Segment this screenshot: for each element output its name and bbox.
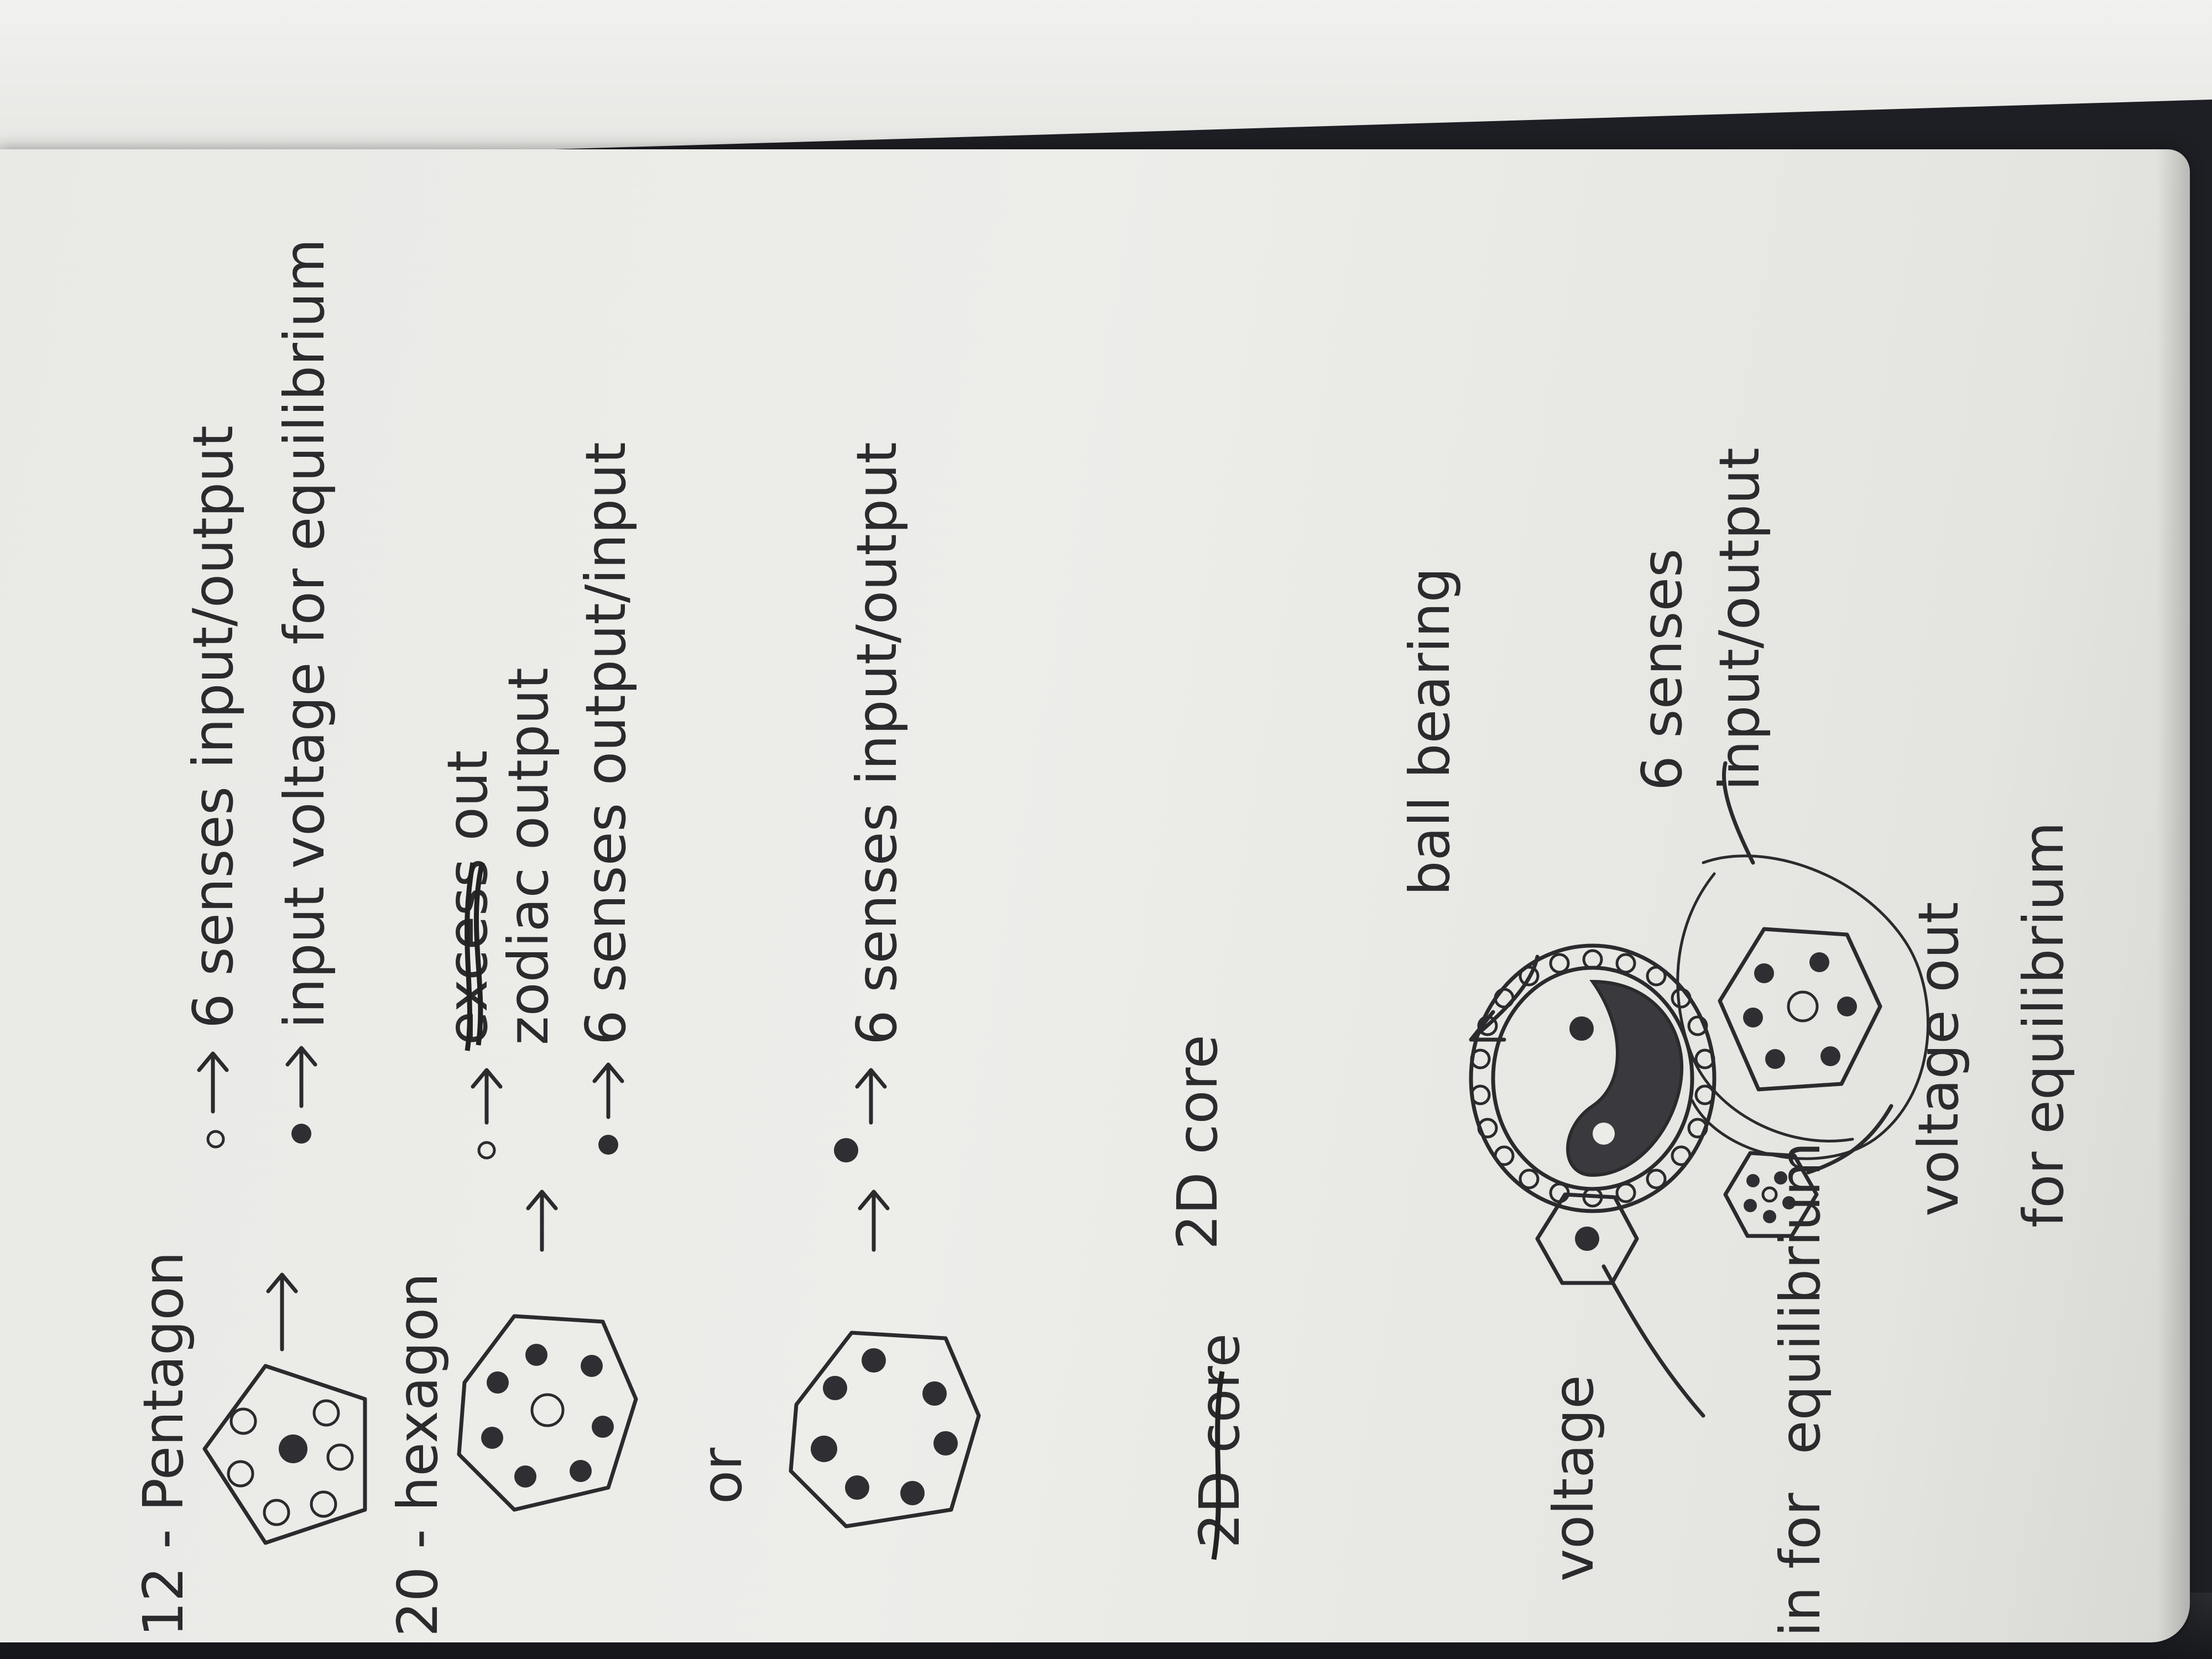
in-for-label: in for [1768,1493,1833,1637]
pentagon-arrows [197,1046,317,1352]
equilibrium-in-label: equilibrium [1768,1142,1833,1454]
hexagon-2-arrows [834,1068,890,1252]
voltage-out-label: voltage out [1906,902,1971,1217]
hexagon-line2: 6 senses output/input [573,442,638,1045]
ball-bearing-label: ball bearing [1397,567,1462,896]
hexagon-line1: zodiac output [496,667,561,1045]
alt-line: 6 senses input/output [844,442,909,1045]
pentagon-heading: 12 - Pentagon [131,1251,196,1637]
hexagon-arrows [471,1062,624,1252]
or-label: or [690,1447,754,1504]
handwritten-notes: 12 - Pentagon 6 senses input/output inpu… [131,238,2076,1637]
pentagon-line1: 6 senses input/output [181,425,246,1029]
voltage-in-hexagon [1535,1192,1639,1285]
hexagon-sketch-2 [789,1331,981,1528]
voltage-in-pointer [1601,1264,1705,1418]
senses-io: input/output [1707,447,1772,791]
pentagon-line2: input voltage for equilibrium [272,238,337,1029]
pentagon-sketch [202,1364,367,1545]
senses-label: 6 senses [1630,549,1694,791]
voltage-in-label: voltage [1541,1375,1606,1582]
for-equilibrium-label: for equilibrium [2011,822,2076,1228]
core-label: 2D core [1165,1035,1230,1250]
hexagon-heading: 20 - hexagon [385,1272,450,1637]
senses-hexagon-sketch [1676,854,1929,1160]
hexagon-sketch-1 [457,1314,638,1512]
